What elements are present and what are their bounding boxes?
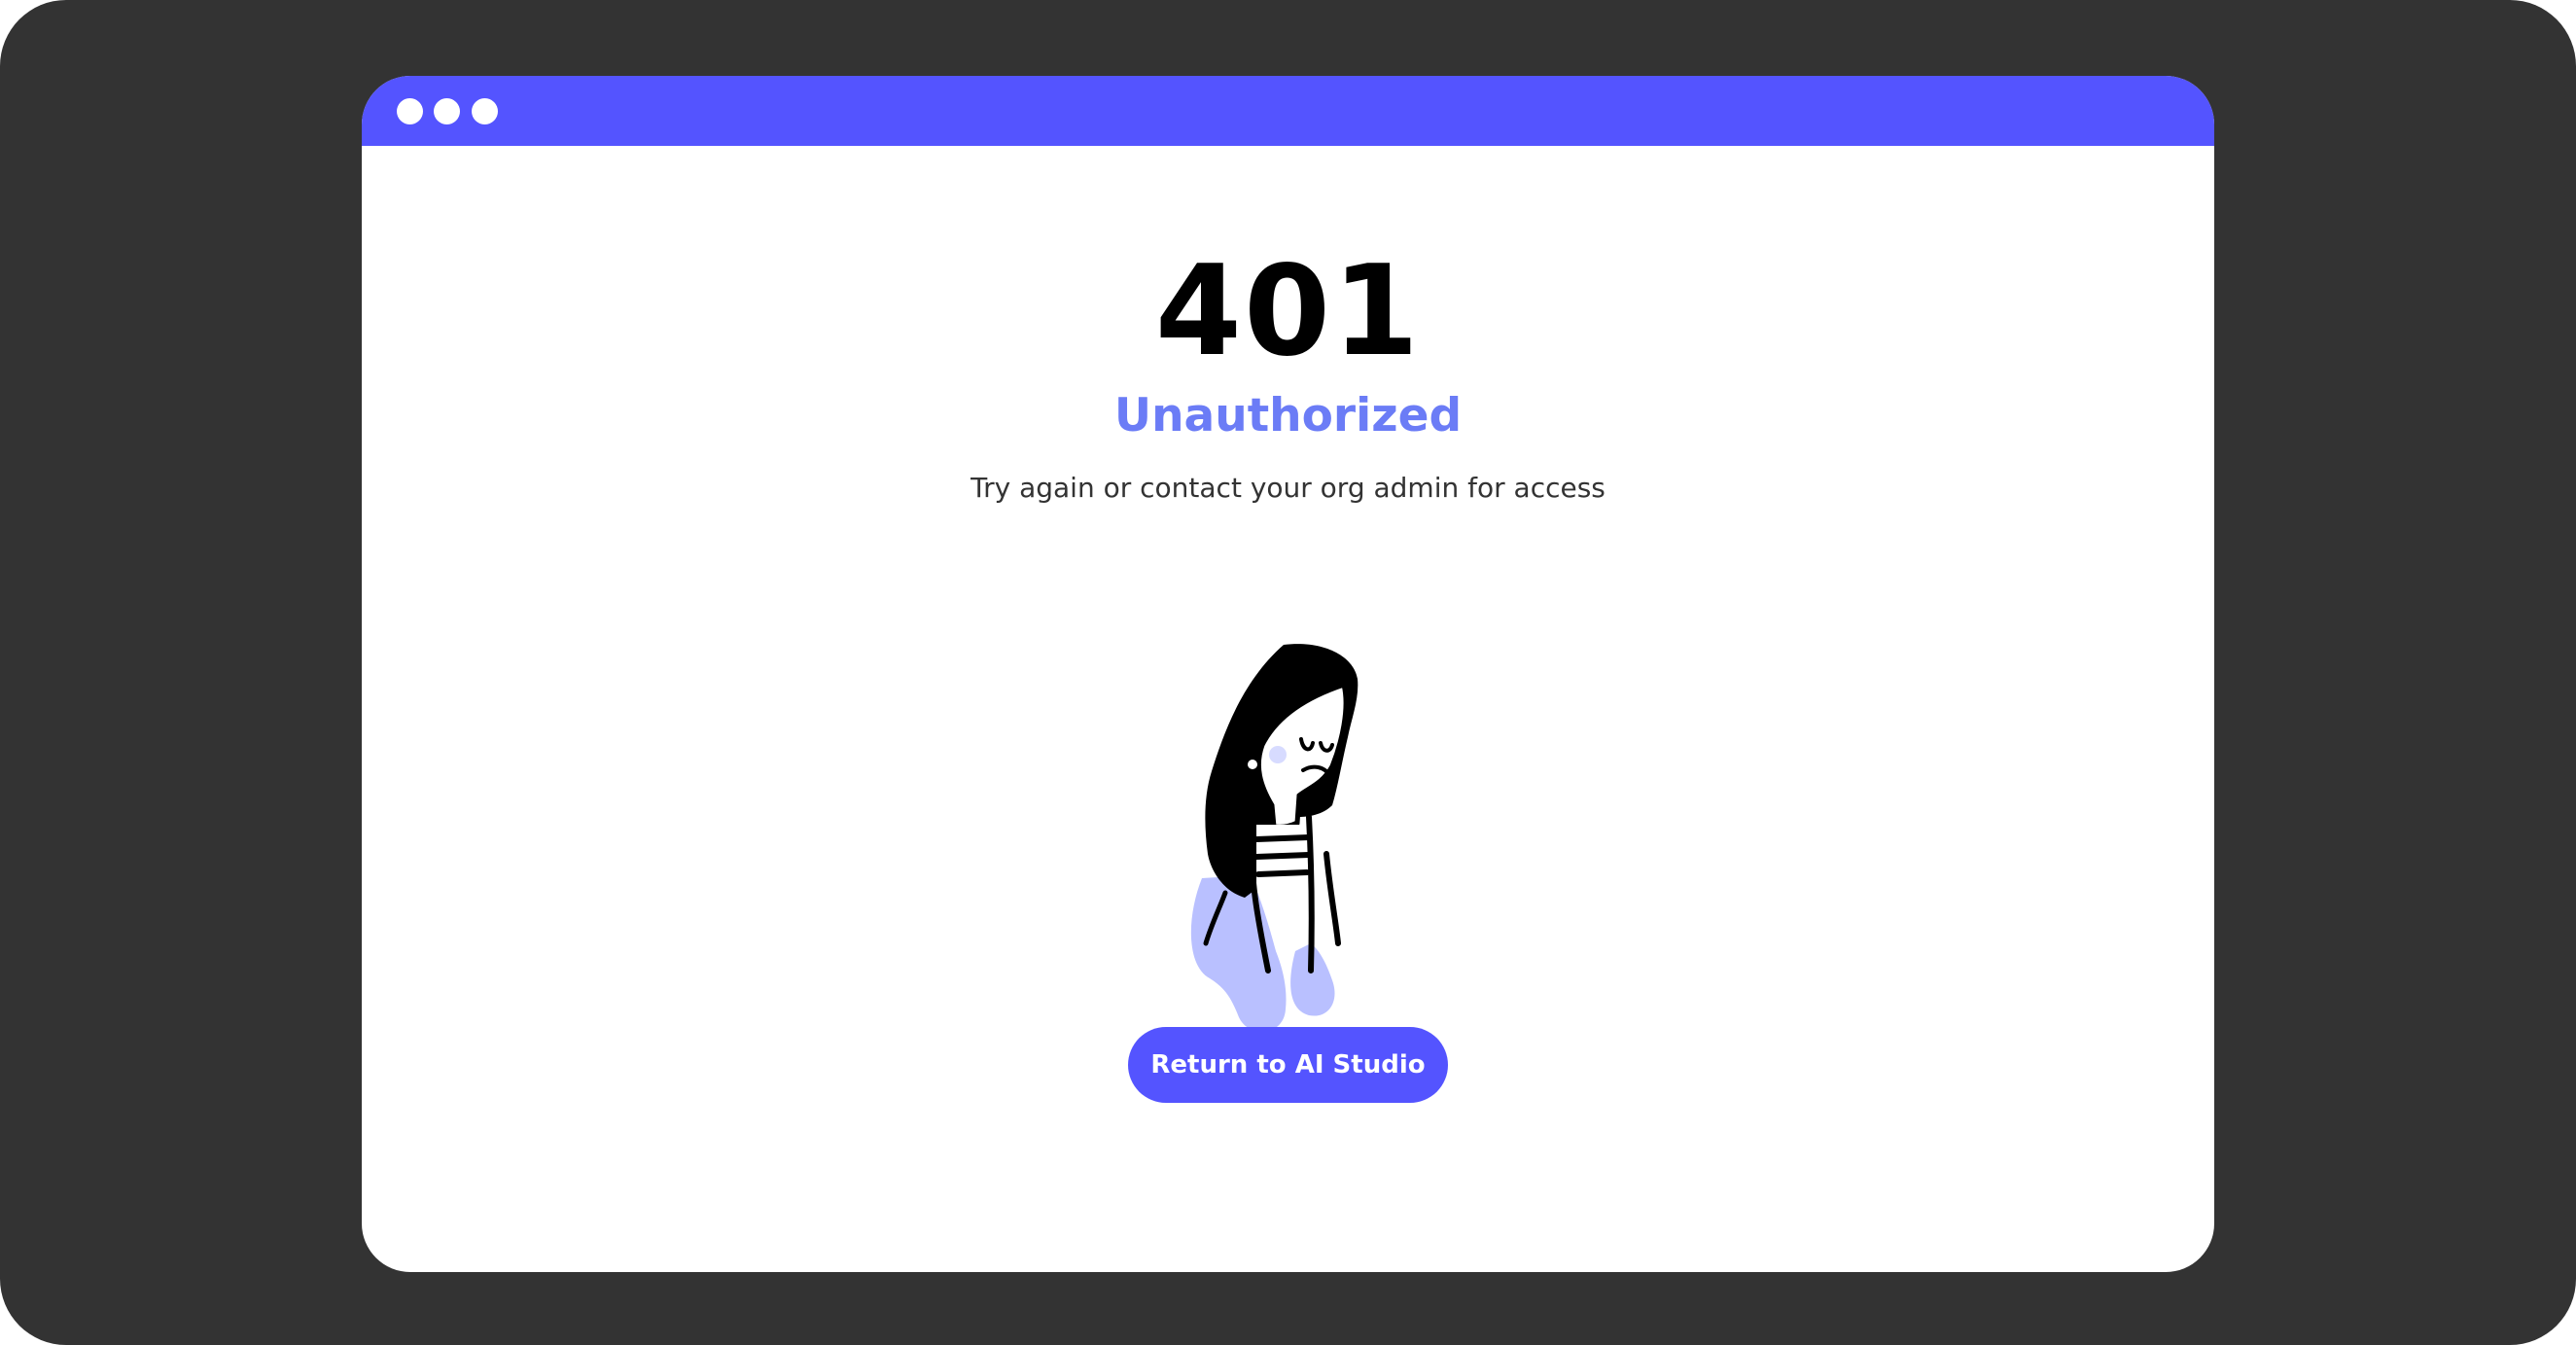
sad-person-illustration	[1190, 644, 1359, 1032]
error-code: 401	[1154, 239, 1422, 384]
window-dot-icon	[472, 98, 498, 124]
browser-window: 401 Unauthorized Try again or contact yo…	[362, 76, 2214, 1272]
window-titlebar	[362, 76, 2214, 146]
screen-backdrop: 401 Unauthorized Try again or contact yo…	[0, 0, 2576, 1345]
window-dot-icon	[397, 98, 423, 124]
error-message: Try again or contact your org admin for …	[970, 472, 1606, 504]
return-to-ai-studio-button[interactable]: Return to AI Studio	[1128, 1027, 1448, 1103]
window-dot-icon	[434, 98, 460, 124]
error-status: Unauthorized	[1113, 389, 1463, 442]
